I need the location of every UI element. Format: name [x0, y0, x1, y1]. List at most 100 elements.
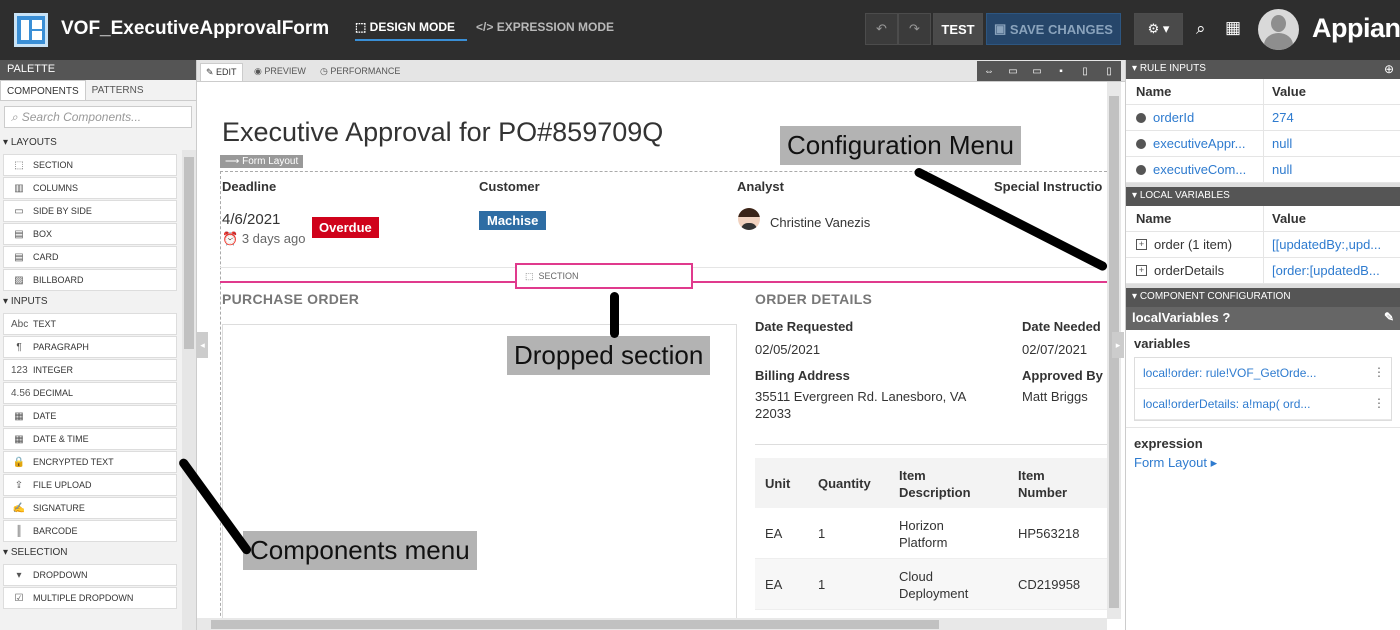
expression-link[interactable]: Form Layout ▸ [1126, 453, 1400, 473]
cell-item-number: CD219958 [1018, 577, 1081, 592]
rule-input-name[interactable]: orderId [1153, 110, 1194, 125]
undo-button[interactable]: ↶ [865, 13, 898, 45]
status-badge: Overdue [312, 217, 379, 238]
rule-input-name[interactable]: executiveCom... [1153, 162, 1246, 177]
local-variable-row[interactable]: + order (1 item) [[updatedBy:,upd... [1126, 232, 1400, 258]
palette-item-date[interactable]: ▦ DATE [3, 405, 177, 427]
settings-menu-button[interactable]: ⚙ ▾ [1134, 13, 1183, 45]
expand-icon[interactable]: + [1136, 265, 1147, 276]
rule-input-row[interactable]: executiveAppr... null [1126, 131, 1400, 157]
design-mode-tab[interactable]: ⬚ DESIGN MODE [355, 20, 467, 41]
component-configuration-header[interactable]: ▾ COMPONENT CONFIGURATION [1126, 288, 1400, 307]
expression-mode-tab[interactable]: </> EXPRESSION MODE [476, 20, 614, 34]
palette-section-inputs[interactable]: ▾ INPUTS [0, 292, 196, 312]
rule-inputs-header[interactable]: ▾ RULE INPUTS ⊕ [1126, 60, 1400, 79]
palette-item-barcode[interactable]: ║ BARCODE [3, 520, 177, 542]
palette-item-section[interactable]: ⬚ SECTION [3, 154, 177, 176]
more-options-icon[interactable]: ⋮ [1373, 396, 1385, 410]
palette-item-file-upload[interactable]: ⇪ FILE UPLOAD [3, 474, 177, 496]
phone-icon[interactable]: ▯ [1097, 61, 1121, 81]
divider [755, 444, 1107, 445]
palette-item-side-by-side[interactable]: ▭ SIDE BY SIDE [3, 200, 177, 222]
apps-grid-icon[interactable]: ▦ [1225, 18, 1241, 38]
rule-input-row[interactable]: executiveCom... null [1126, 157, 1400, 183]
rule-input-value[interactable]: 274 [1264, 105, 1399, 130]
annotation-configuration-menu: Configuration Menu [780, 126, 1021, 165]
header-item-description[interactable]: Item Description [899, 467, 971, 501]
canvas-horizontal-scroll-thumb[interactable] [211, 620, 939, 629]
variable-item[interactable]: local!order: rule!VOF_GetOrde... ⋮ [1135, 358, 1391, 389]
help-icon[interactable]: ? [1222, 310, 1230, 325]
fit-width-icon[interactable]: ⇔ [977, 61, 1001, 81]
palette-item-label: CARD [33, 252, 59, 262]
redo-button[interactable]: ↷ [898, 13, 931, 45]
palette-item-integer[interactable]: 123 INTEGER [3, 359, 177, 381]
rule-input-value[interactable]: null [1264, 131, 1399, 156]
component-name-bar: localVariables ? ✎ [1126, 307, 1400, 330]
collapse-config-handle[interactable]: ▸ [1112, 332, 1124, 358]
header-unit[interactable]: Unit [765, 475, 790, 492]
desktop-icon[interactable]: ▭ [1025, 61, 1049, 81]
palette-scroll-thumb[interactable] [184, 157, 194, 349]
palette-item-label: MULTIPLE DROPDOWN [33, 593, 134, 603]
palette-section-selection[interactable]: ▾ SELECTION [0, 543, 196, 563]
tablet-icon[interactable]: ▯ [1073, 61, 1097, 81]
variables-list: local!order: rule!VOF_GetOrde... ⋮ local!… [1134, 357, 1392, 421]
tab-preview[interactable]: ◉ PREVIEW [249, 63, 311, 80]
local-variables-header[interactable]: ▾ LOCAL VARIABLES [1126, 187, 1400, 206]
date-needed-label: Date Needed [1022, 319, 1101, 334]
side-by-side-icon: ▭ [14, 205, 24, 217]
more-options-icon[interactable]: ⋮ [1373, 365, 1385, 379]
palette-item-dropdown[interactable]: ▾ DROPDOWN [3, 564, 177, 586]
save-icon: ▣ [994, 21, 1010, 36]
test-button[interactable]: TEST [933, 13, 983, 45]
search-icon[interactable]: ⌕ [1196, 19, 1206, 39]
save-changes-button[interactable]: ▣ SAVE CHANGES [986, 13, 1121, 45]
save-changes-label: SAVE CHANGES [1009, 21, 1113, 37]
tab-components[interactable]: COMPONENTS [0, 80, 86, 100]
component-name: localVariables [1132, 310, 1219, 325]
palette-item-text[interactable]: Abc TEXT [3, 313, 177, 335]
tab-performance[interactable]: ◷ PERFORMANCE [315, 63, 405, 80]
palette-item-decimal[interactable]: 4.56 DECIMAL [3, 382, 177, 404]
cell-description-line1: Cloud [899, 569, 933, 584]
component-search-input[interactable]: ⌕ Search Components... [4, 106, 192, 128]
rule-input-value[interactable]: null [1264, 157, 1399, 182]
palette-item-date-time[interactable]: ▦ DATE & TIME [3, 428, 177, 450]
local-variable-value[interactable]: [order:[updatedB... [1264, 258, 1399, 283]
palette-item-box[interactable]: ▤ BOX [3, 223, 177, 245]
palette-item-label: ENCRYPTED TEXT [33, 457, 114, 467]
rule-input-name[interactable]: executiveAppr... [1153, 136, 1246, 151]
design-mode-label: DESIGN MODE [369, 20, 456, 34]
header-quantity[interactable]: Quantity [818, 475, 871, 492]
palette-item-signature[interactable]: ✍ SIGNATURE [3, 497, 177, 519]
order-details-title: ORDER DETAILS [755, 291, 873, 307]
collapse-palette-handle[interactable]: ◂ [197, 332, 208, 358]
form-layout-tag[interactable]: ⟶ Form Layout [220, 155, 304, 168]
header-item-number[interactable]: Item Number [1018, 467, 1067, 501]
monitor-icon[interactable]: ▪ [1049, 61, 1073, 81]
special-instructions-header: Special Instructio [994, 179, 1103, 194]
rule-input-row[interactable]: orderId 274 [1126, 105, 1400, 131]
add-icon[interactable]: ⊕ [1384, 62, 1394, 76]
local-variable-row[interactable]: + orderDetails [order:[updatedB... [1126, 258, 1400, 284]
local-variables-table: Name Value + order (1 item) [[updatedBy:,… [1126, 206, 1400, 284]
palette-item-card[interactable]: ▤ CARD [3, 246, 177, 268]
palette-item-multiple-dropdown[interactable]: ☑ MULTIPLE DROPDOWN [3, 587, 177, 609]
palette-item-paragraph[interactable]: ¶ PARAGRAPH [3, 336, 177, 358]
edit-icon[interactable]: ✎ [1384, 310, 1394, 324]
expand-icon[interactable]: + [1136, 239, 1147, 250]
palette-item-label: INTEGER [33, 365, 74, 375]
desktop-wide-icon[interactable]: ▭ [1001, 61, 1025, 81]
tab-edit[interactable]: ✎ EDIT [200, 63, 243, 81]
palette-item-encrypted-text[interactable]: 🔒 ENCRYPTED TEXT [3, 451, 177, 473]
palette-section-layouts[interactable]: ▾ LAYOUTS [0, 133, 196, 153]
tab-patterns[interactable]: PATTERNS [86, 80, 150, 100]
dropped-section-placeholder[interactable]: ⬚ SECTION [515, 263, 693, 289]
user-avatar[interactable] [1258, 9, 1299, 50]
palette-item-billboard[interactable]: ▨ BILLBOARD [3, 269, 177, 291]
variable-item[interactable]: local!orderDetails: a!map( ord... ⋮ [1135, 389, 1391, 420]
name-column-header: Name [1126, 206, 1264, 231]
palette-item-columns[interactable]: ▥ COLUMNS [3, 177, 177, 199]
local-variable-value[interactable]: [[updatedBy:,upd... [1264, 232, 1399, 257]
